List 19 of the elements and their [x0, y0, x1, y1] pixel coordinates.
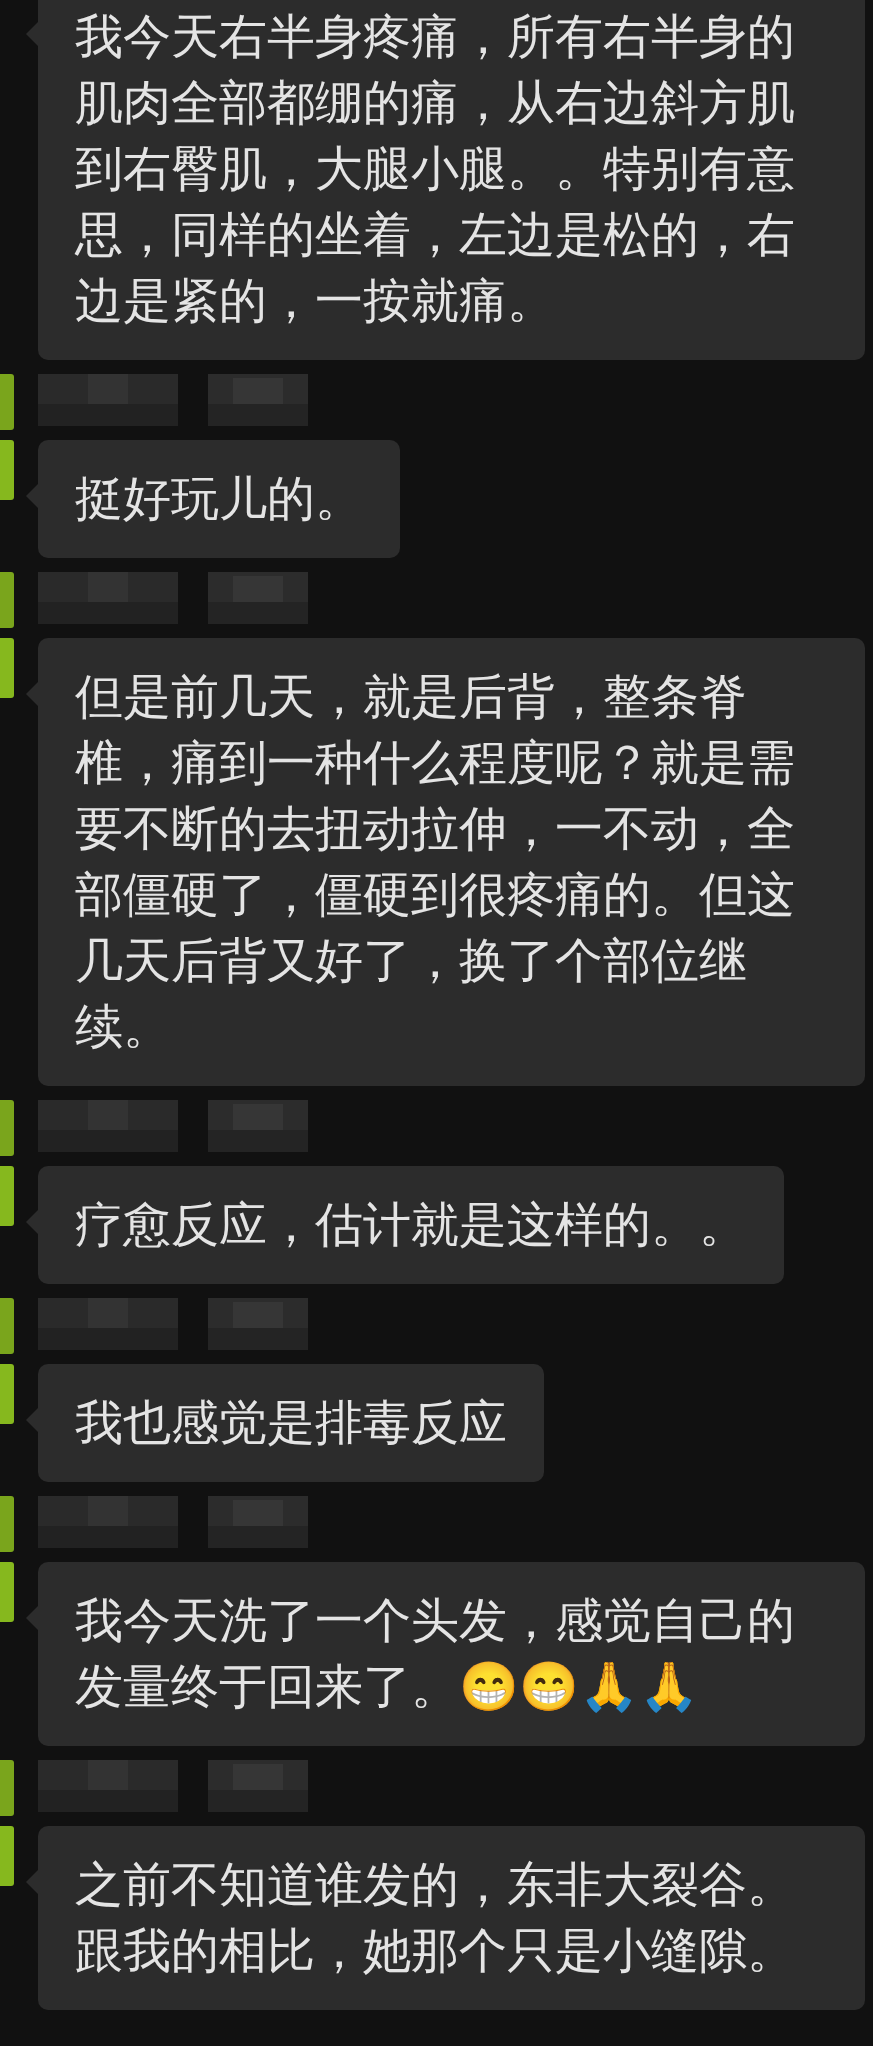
message-text: 但是前几天，就是后背，整条脊椎，痛到一种什么程度呢？就是需要不断的去扭动拉伸，一不动，全部僵硬了，僵硬到很疼痛的。但这几天后背又好了，换了个部位继续。	[75, 669, 796, 1055]
avatar	[0, 1100, 14, 1156]
message-text: 我今天洗了一个头发，感觉自己的发量终于回来了。😁😁🙏🙏	[75, 1593, 796, 1715]
avatar	[0, 1826, 14, 1886]
avatar	[0, 1760, 14, 1816]
avatar	[0, 374, 14, 430]
avatar	[0, 638, 14, 698]
avatar	[0, 1166, 14, 1226]
avatar	[0, 1562, 14, 1622]
message-text: 之前不知道谁发的，东非大裂谷。跟我的相比，她那个只是小缝隙。	[75, 1857, 796, 1979]
avatar	[0, 1496, 14, 1552]
message-text: 挺好玩儿的。	[75, 471, 363, 527]
message-text: 我也感觉是排毒反应	[75, 1395, 507, 1451]
avatar	[0, 440, 14, 500]
message-text: 我今天右半身疼痛，所有右半身的肌肉全部都绷的痛，从右边斜方肌到右臀肌，大腿小腿。。特别有意思，同样的坐着，左边是松的，右边是紧的，一按就痛。	[75, 9, 796, 329]
avatar	[0, 1364, 14, 1424]
message-text: 疗愈反应，估计就是这样的。。	[75, 1197, 747, 1253]
avatar	[0, 1298, 14, 1354]
avatar	[0, 572, 14, 628]
